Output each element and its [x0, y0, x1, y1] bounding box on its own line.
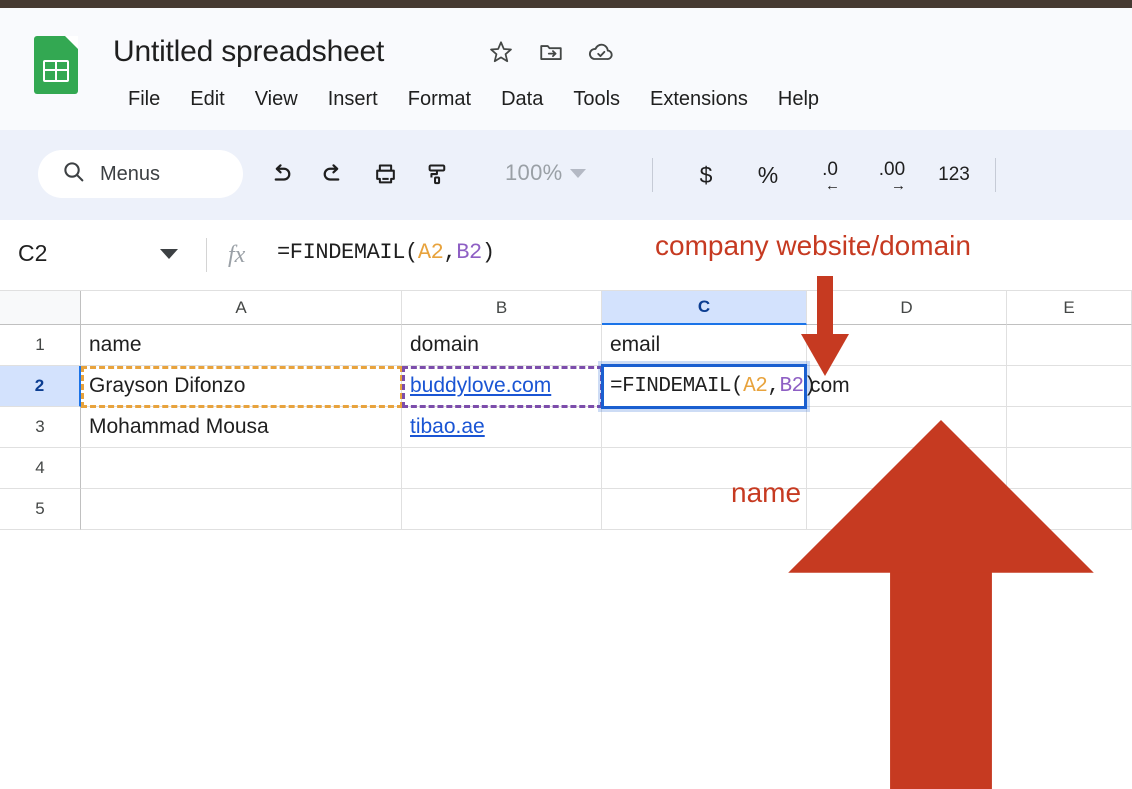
print-icon[interactable] [359, 148, 411, 200]
editor-prefix: =FINDEMAIL( [610, 375, 744, 398]
arrow-left-icon: ← [825, 177, 840, 194]
cell-b1[interactable]: domain [402, 325, 602, 366]
menu-item-help[interactable]: Help [763, 86, 834, 113]
cell-editor-c2[interactable]: =FINDEMAIL(A2, B2) [601, 364, 816, 409]
number-format-icons: $ % .0 ← .00 → 123 [675, 152, 985, 198]
row-header-2[interactable]: 2 [0, 366, 81, 407]
cell-b2[interactable]: buddylove.com [402, 366, 602, 407]
select-all-corner[interactable] [0, 291, 81, 325]
cell-d5[interactable] [807, 489, 1007, 530]
cell-e2[interactable] [1007, 366, 1132, 407]
cell-b4[interactable] [402, 448, 602, 489]
redo-icon[interactable] [307, 148, 359, 200]
annotation-label-domain: company website/domain [655, 230, 971, 261]
menus-search-box[interactable]: Menus [38, 150, 243, 198]
column-header-c[interactable]: C [602, 291, 807, 325]
row-header-4[interactable]: 4 [0, 448, 81, 489]
formula-input[interactable]: =FINDEMAIL(A2,B2) [277, 240, 495, 265]
spreadsheet-grid: A B C D E 1 2 3 4 5 name domain email Gr… [0, 291, 1132, 530]
formula-bar-divider [206, 238, 207, 272]
cell-d2-overflow-text[interactable]: com [807, 366, 1007, 407]
name-box-value: C2 [18, 240, 48, 266]
fx-icon: fx [228, 242, 246, 268]
formula-comma: , [443, 240, 457, 265]
editor-suffix: ) [803, 375, 817, 398]
menu-item-edit[interactable]: Edit [175, 86, 239, 113]
menu-item-data[interactable]: Data [486, 86, 558, 113]
row-header-5[interactable]: 5 [0, 489, 81, 530]
toolbar-divider-2 [995, 158, 996, 192]
chevron-down-icon [160, 248, 178, 259]
editor-ref-b2: B2 [779, 375, 804, 398]
formula-ref-b2: B2 [456, 240, 482, 265]
star-icon[interactable] [487, 38, 515, 66]
cell-b5[interactable] [402, 489, 602, 530]
cell-e1[interactable] [1007, 325, 1132, 366]
editor-ref-a2: A2 [743, 375, 768, 398]
cell-b3-link[interactable]: tibao.ae [410, 415, 485, 439]
column-header-a[interactable]: A [81, 291, 402, 325]
currency-format-button[interactable]: $ [675, 152, 737, 198]
menu-bar: File Edit View Insert Format Data Tools … [113, 86, 834, 113]
document-title[interactable]: Untitled spreadsheet [113, 35, 384, 69]
formula-suffix: ) [481, 240, 495, 265]
paint-format-icon[interactable] [411, 148, 463, 200]
name-box[interactable]: C2 [18, 240, 188, 267]
cell-c1[interactable]: email [602, 325, 807, 366]
row-header-3[interactable]: 3 [0, 407, 81, 448]
menu-item-insert[interactable]: Insert [313, 86, 393, 113]
cell-d3[interactable] [807, 407, 1007, 448]
increase-decimal-button[interactable]: .00 → [861, 152, 923, 198]
menu-item-extensions[interactable]: Extensions [635, 86, 763, 113]
cell-a3[interactable]: Mohammad Mousa [81, 407, 402, 448]
move-to-folder-icon[interactable] [537, 38, 565, 66]
cell-e3[interactable] [1007, 407, 1132, 448]
google-sheets-logo[interactable] [34, 36, 78, 94]
cell-d4[interactable] [807, 448, 1007, 489]
google-sheets-window: Untitled spreadsheet File Edit View Inse… [0, 0, 1132, 789]
cell-b3[interactable]: tibao.ae [402, 407, 602, 448]
editor-comma: , [767, 375, 780, 398]
cell-b2-link[interactable]: buddylove.com [410, 374, 551, 398]
menu-item-file[interactable]: File [113, 86, 175, 113]
menu-item-format[interactable]: Format [393, 86, 486, 113]
cell-c3[interactable] [602, 407, 807, 448]
formula-prefix: =FINDEMAIL( [277, 240, 418, 265]
cell-a2[interactable]: Grayson Difonzo [81, 366, 402, 407]
menus-search-label: Menus [100, 162, 161, 185]
menu-item-view[interactable]: View [240, 86, 313, 113]
browser-top-strip [0, 0, 1132, 8]
toolbar: Menus 100% $ % .0 ← .00 → 123 [0, 130, 1132, 220]
document-header: Untitled spreadsheet File Edit View Inse… [0, 8, 1132, 130]
undo-icon[interactable] [255, 148, 307, 200]
cell-e5[interactable] [1007, 489, 1132, 530]
search-icon [61, 159, 86, 189]
percent-format-button[interactable]: % [737, 152, 799, 198]
column-header-e[interactable]: E [1007, 291, 1132, 325]
annotation-label-name: name [731, 477, 802, 508]
column-header-d[interactable]: D [807, 291, 1007, 325]
cell-a5[interactable] [81, 489, 402, 530]
chevron-down-icon [570, 168, 587, 178]
toolbar-action-icons [255, 148, 463, 200]
zoom-value: 100% [505, 160, 563, 185]
zoom-selector[interactable]: 100% [505, 160, 587, 186]
row-header-1[interactable]: 1 [0, 325, 81, 366]
cell-a4[interactable] [81, 448, 402, 489]
cell-a1[interactable]: name [81, 325, 402, 366]
title-action-icons [487, 38, 615, 66]
toolbar-divider-1 [652, 158, 653, 192]
more-formats-button[interactable]: 123 [923, 152, 985, 198]
cloud-saved-icon[interactable] [587, 38, 615, 66]
cell-e4[interactable] [1007, 448, 1132, 489]
decrease-decimal-button[interactable]: .0 ← [799, 152, 861, 198]
arrow-right-icon: → [891, 177, 906, 194]
cell-d1[interactable] [807, 325, 1007, 366]
menu-item-tools[interactable]: Tools [558, 86, 635, 113]
column-header-b[interactable]: B [402, 291, 602, 325]
formula-ref-a2: A2 [417, 240, 444, 265]
